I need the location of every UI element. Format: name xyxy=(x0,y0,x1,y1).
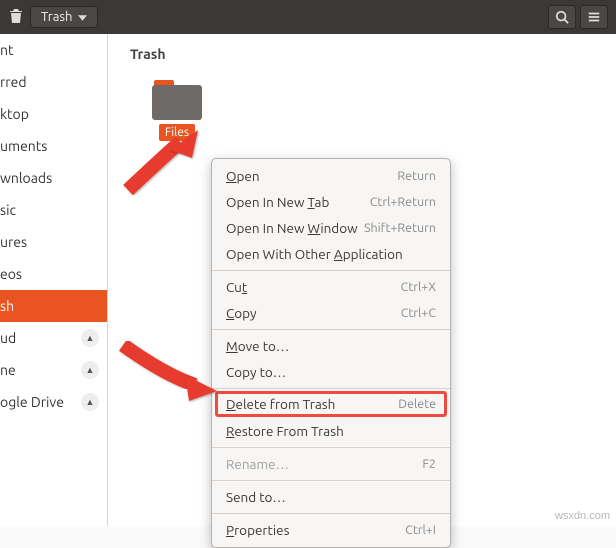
sidebar-item[interactable]: ne▲ xyxy=(0,354,107,386)
menu-open-new-tab[interactable]: Open In New Tab Ctrl+Return xyxy=(212,189,450,215)
file-item-label: Files xyxy=(159,124,195,141)
menu-copy[interactable]: Copy Ctrl+C xyxy=(212,300,450,326)
menu-separator xyxy=(212,447,450,448)
file-item-files[interactable]: Files xyxy=(152,80,202,141)
sidebar: nt rred ktop uments wnloads sic ures eos… xyxy=(0,34,108,526)
eject-icon[interactable]: ▲ xyxy=(81,393,99,411)
menu-open[interactable]: Open Return xyxy=(212,163,450,189)
menu-separator xyxy=(212,513,450,514)
search-button[interactable] xyxy=(548,5,576,29)
titlebar: Trash xyxy=(0,0,616,34)
sidebar-item[interactable]: uments xyxy=(0,130,107,162)
folder-icon xyxy=(152,80,202,120)
sidebar-item[interactable]: rred xyxy=(0,66,107,98)
menu-move-to[interactable]: Move to… xyxy=(212,333,450,359)
menu-restore-from-trash[interactable]: Restore From Trash xyxy=(212,418,450,444)
sidebar-item[interactable]: ktop xyxy=(0,98,107,130)
location-title: Trash xyxy=(41,10,72,24)
sidebar-item[interactable]: ures xyxy=(0,226,107,258)
menu-copy-to[interactable]: Copy to… xyxy=(212,359,450,385)
sidebar-item[interactable]: wnloads xyxy=(0,162,107,194)
menu-delete-from-trash[interactable]: Delete from Trash Delete xyxy=(216,392,446,416)
sidebar-item[interactable]: sic xyxy=(0,194,107,226)
sidebar-item[interactable]: nt xyxy=(0,34,107,66)
menu-cut[interactable]: Cut Ctrl+X xyxy=(212,274,450,300)
location-dropdown[interactable]: Trash xyxy=(30,6,98,28)
menu-open-with-other-app[interactable]: Open With Other Application xyxy=(212,241,450,267)
view-menu-button[interactable] xyxy=(580,5,608,29)
eject-icon[interactable]: ▲ xyxy=(81,329,99,347)
eject-icon[interactable]: ▲ xyxy=(81,361,99,379)
menu-rename: Rename… F2 xyxy=(212,451,450,477)
trash-icon xyxy=(8,8,24,27)
menu-separator xyxy=(212,329,450,330)
sidebar-item[interactable]: ogle Drive▲ xyxy=(0,386,107,418)
menu-open-new-window[interactable]: Open In New Window Shift+Return xyxy=(212,215,450,241)
menu-separator xyxy=(212,388,450,389)
context-menu: Open Return Open In New Tab Ctrl+Return … xyxy=(211,158,451,548)
menu-separator xyxy=(212,480,450,481)
chevron-down-icon xyxy=(78,10,87,24)
sidebar-item-trash[interactable]: sh xyxy=(0,290,107,322)
watermark: wsxdn.com xyxy=(555,510,610,522)
menu-properties[interactable]: Properties Ctrl+I xyxy=(212,517,450,543)
menu-send-to[interactable]: Send to… xyxy=(212,484,450,510)
menu-separator xyxy=(212,270,450,271)
page-title: Trash xyxy=(130,46,594,62)
sidebar-item[interactable]: ud▲ xyxy=(0,322,107,354)
sidebar-item[interactable]: eos xyxy=(0,258,107,290)
